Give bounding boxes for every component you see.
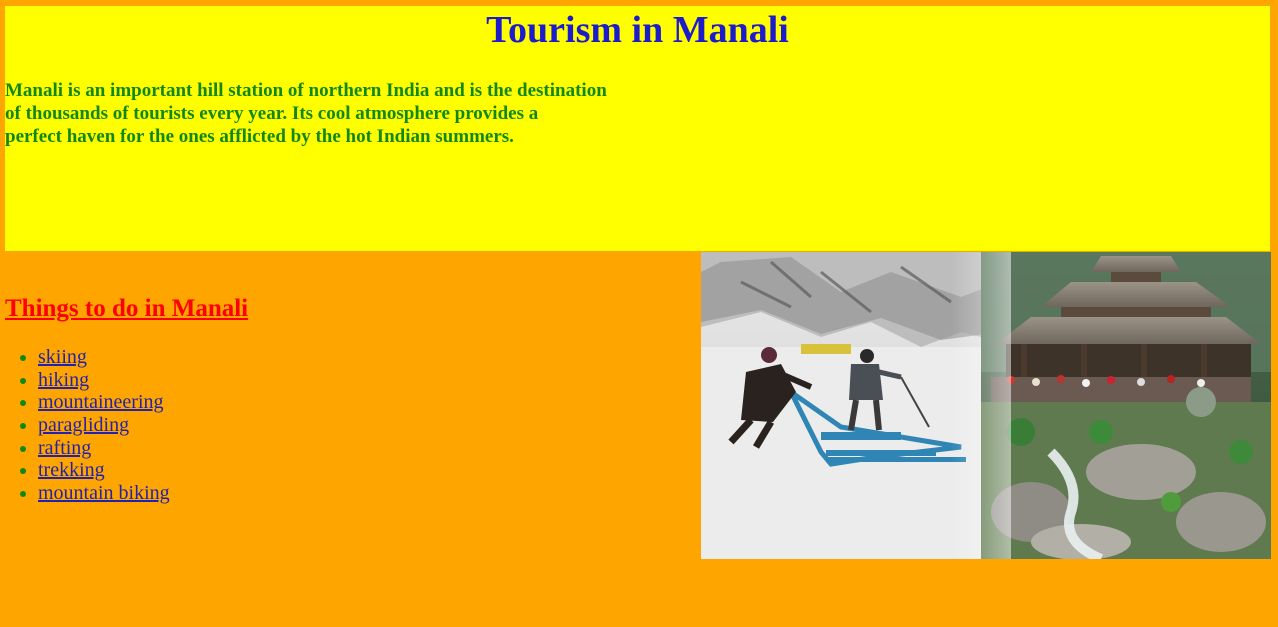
- bullet-icon: [20, 377, 26, 384]
- activity-link-mountaineering[interactable]: mountaineering: [38, 391, 164, 413]
- activity-link-skiing[interactable]: skiing: [38, 346, 87, 368]
- bullet-icon: [20, 468, 26, 475]
- activities-list: skiing hiking mountaineering paragliding…: [5, 346, 170, 505]
- list-item: paragliding: [20, 414, 170, 437]
- list-item: rafting: [20, 437, 170, 460]
- list-item: hiking: [20, 369, 170, 392]
- bullet-icon: [20, 355, 26, 361]
- page-title: Tourism in Manali: [486, 9, 789, 51]
- bullet-icon: [20, 491, 26, 498]
- bullet-icon: [20, 423, 26, 430]
- list-item: mountaineering: [20, 391, 170, 414]
- activity-link-hiking[interactable]: hiking: [38, 369, 89, 391]
- bullet-icon: [20, 400, 26, 407]
- bullet-icon: [20, 445, 26, 452]
- activity-link-mountain-biking[interactable]: mountain biking: [38, 482, 170, 504]
- intro-line: of thousands of tourists every year. Its…: [5, 103, 539, 124]
- activity-link-trekking[interactable]: trekking: [38, 459, 105, 481]
- list-item: trekking: [20, 459, 170, 482]
- intro-line: Manali is an important hill station of n…: [5, 80, 607, 101]
- manali-collage-photo: [701, 252, 1271, 559]
- list-item: skiing: [20, 346, 170, 369]
- page: Tourism in Manali Manali is an important…: [0, 0, 1278, 627]
- things-to-do-heading: Things to do in Manali: [5, 295, 249, 322]
- intro-line: perfect haven for the ones afflicted by …: [5, 126, 514, 147]
- activity-link-rafting[interactable]: rafting: [38, 437, 91, 459]
- activity-link-paragliding[interactable]: paragliding: [38, 414, 129, 436]
- header-banner: Tourism in Manali Manali is an important…: [5, 6, 1270, 251]
- intro-paragraph: Manali is an important hill station of n…: [5, 79, 655, 148]
- manali-collage-image: [701, 252, 1271, 559]
- list-item: mountain biking: [20, 482, 170, 505]
